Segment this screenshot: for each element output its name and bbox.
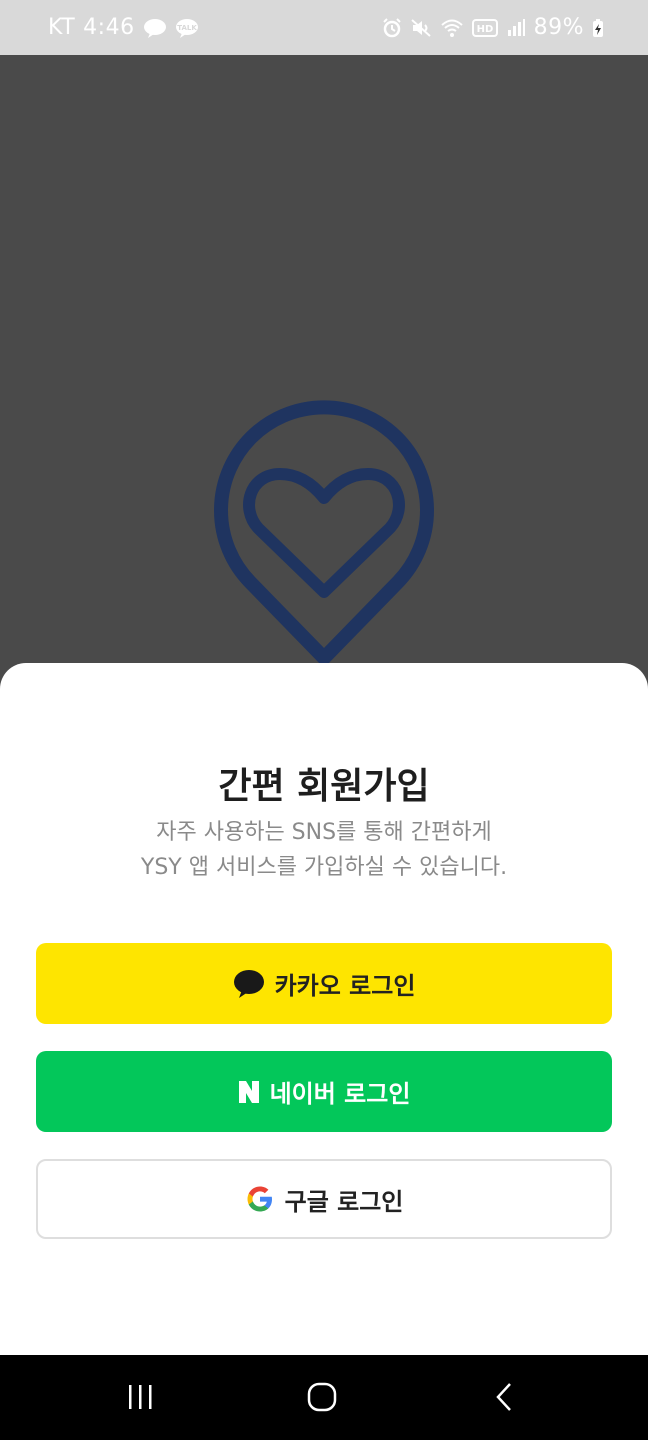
sheet-description: 자주 사용하는 SNS를 통해 간편하게 YSY 앱 서비스를 가입하실 수 있… (0, 815, 648, 885)
wifi-icon (440, 18, 464, 38)
home-icon[interactable] (292, 1377, 352, 1417)
svg-text:HD: HD (476, 24, 493, 35)
description-line-1: 자주 사용하는 SNS를 통해 간편하게 (156, 820, 492, 845)
status-right: HD 89% (382, 15, 604, 40)
recent-apps-icon[interactable] (110, 1377, 170, 1417)
status-bar: KT 4:46 TALK HD 89% (0, 0, 648, 55)
google-g-icon (245, 1184, 275, 1214)
sheet-title: 간편 회원가입 (218, 766, 430, 807)
kakao-speech-bubble-icon (233, 969, 265, 999)
kakao-login-button[interactable]: 카카오 로그인 (36, 943, 612, 1024)
svg-text:TALK: TALK (177, 24, 197, 32)
system-navigation-bar (0, 1355, 648, 1440)
back-icon[interactable] (474, 1377, 534, 1417)
talk-icon: TALK (175, 18, 199, 38)
battery-percent: 89% (533, 15, 584, 40)
google-login-button[interactable]: 구글 로그인 (36, 1159, 612, 1239)
carrier-label: KT (48, 15, 76, 40)
naver-n-icon (238, 1080, 260, 1104)
hd-icon: HD (471, 18, 498, 38)
google-login-label: 구글 로그인 (284, 1187, 404, 1216)
naver-login-button[interactable]: 네이버 로그인 (36, 1051, 612, 1132)
kakao-login-label: 카카오 로그인 (274, 972, 416, 1000)
signal-icon (506, 18, 526, 38)
naver-login-label: 네이버 로그인 (269, 1080, 411, 1108)
description-line-2: YSY 앱 서비스를 가입하실 수 있습니다. (140, 855, 508, 880)
signup-bottom-sheet: 간편 회원가입 자주 사용하는 SNS를 통해 간편하게 YSY 앱 서비스를 … (0, 663, 648, 1355)
mute-icon (410, 18, 432, 38)
battery-charging-icon (592, 18, 604, 38)
chat-bubble-icon (143, 18, 167, 38)
location-pin-heart-icon (214, 400, 434, 670)
alarm-icon (382, 17, 402, 38)
clock: 4:46 (83, 15, 135, 40)
status-left: KT 4:46 TALK (48, 15, 199, 40)
